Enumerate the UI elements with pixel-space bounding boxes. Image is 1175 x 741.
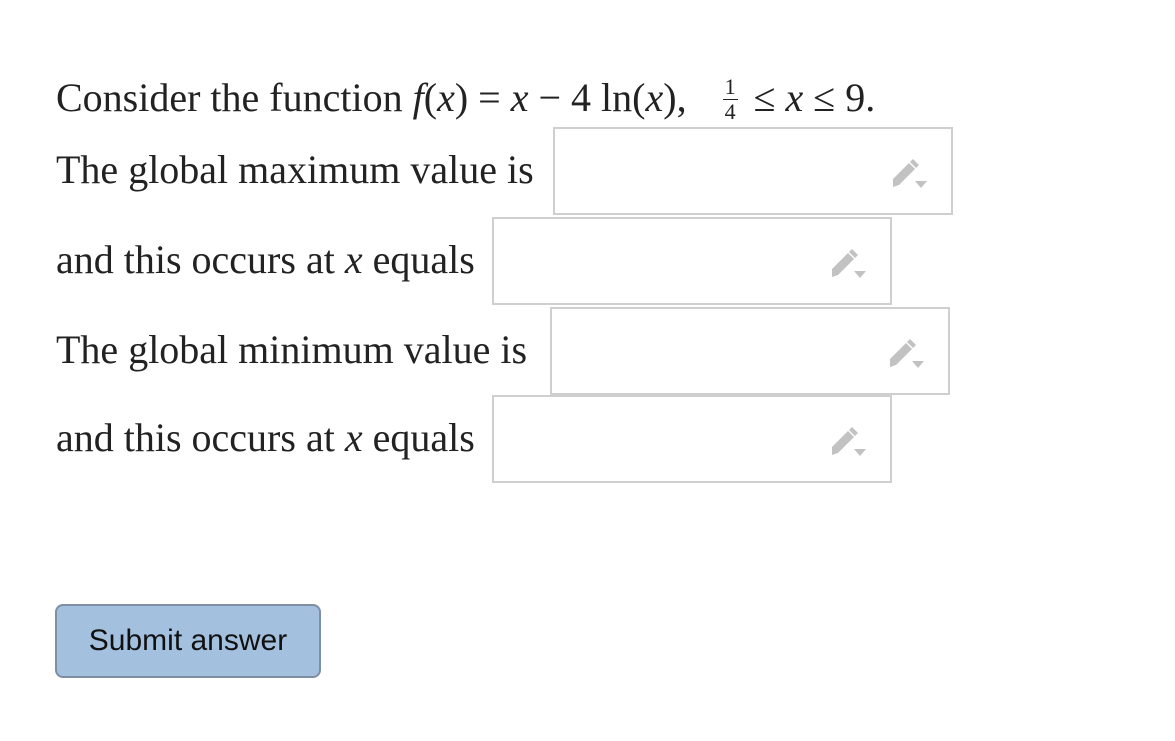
pencil-dropdown-icon[interactable] [889,157,929,191]
question-max-value-label: The global maximum value is [56,150,534,190]
function-name: f [412,75,424,120]
rhs-close: ), [663,75,687,120]
pencil-dropdown-icon[interactable] [828,425,868,459]
rhs-variable-2: x [645,75,664,120]
domain-operator-2: ≤ 9. [803,75,876,120]
question-label-post: equals [362,237,475,282]
function-variable: x [437,75,455,120]
domain-variable: x [785,75,804,120]
question-label-pre: and this occurs at [56,237,345,282]
submit-button-label: Submit answer [88,624,288,657]
equals-sign: = [468,75,511,120]
function-rparen: ) [454,75,469,120]
submit-answer-button[interactable]: Submit answer [55,604,321,678]
problem-statement: Consider the function f(x) = x − 4 ln(x)… [56,74,876,125]
question-min-value-label: The global minimum value is [56,330,527,370]
question-label-variable: x [344,237,363,282]
domain-fraction: 14 [722,74,738,125]
rhs-expression: − 4 ln( [528,75,646,120]
question-label: The global maximum value is [56,147,534,192]
max-value-input[interactable] [553,127,953,215]
domain-fraction-numerator: 1 [722,74,738,101]
question-label-variable: x [344,415,363,460]
domain-fraction-denominator: 4 [724,99,736,125]
function-lparen: ( [423,75,438,120]
question-label: The global minimum value is [56,327,528,372]
min-value-input[interactable] [550,307,950,395]
pencil-dropdown-icon[interactable] [828,247,868,281]
min-x-input[interactable] [492,395,892,483]
problem-intro: Consider the function [56,75,413,120]
domain-operator-1: ≤ [743,75,786,120]
question-label-pre: and this occurs at [56,415,345,460]
rhs-variable: x [510,75,529,120]
question-max-x-label: and this occurs at x equals [56,240,475,280]
max-x-input[interactable] [492,217,892,305]
pencil-dropdown-icon[interactable] [886,337,926,371]
question-label-post: equals [362,415,475,460]
question-min-x-label: and this occurs at x equals [56,418,475,458]
